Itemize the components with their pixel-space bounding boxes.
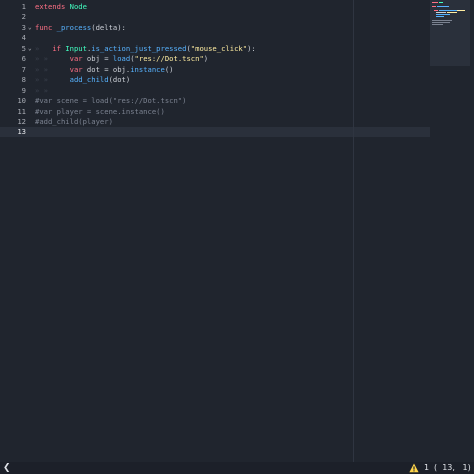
line-number: 2	[21, 12, 26, 21]
line-number-current: 13	[17, 127, 26, 136]
code-line-8: » » add_child(dot)	[35, 75, 130, 85]
minimap-line	[436, 16, 444, 17]
string-literal: "mouse_click"	[190, 44, 248, 53]
keyword: if	[52, 44, 61, 53]
minimap-line	[447, 12, 457, 13]
code-text: (delta):	[91, 23, 126, 32]
tab-indicator: »	[35, 44, 40, 53]
minimap-line	[432, 22, 450, 23]
line-number: 7	[21, 65, 26, 74]
current-line-highlight	[0, 127, 430, 137]
code-editor[interactable]: 1 2 3 ⌄ 4 5 ⌄ 6 7 8 9 10 11 12 13 extend…	[0, 0, 474, 462]
code-line-1: extends Node	[35, 2, 87, 12]
tab-indicator: » »	[35, 86, 48, 95]
line-number: 8	[21, 75, 26, 84]
code-line-9: » »	[35, 86, 48, 96]
minimap-line	[432, 24, 443, 25]
keyword: var	[69, 65, 83, 74]
tab-indicator: » »	[35, 65, 48, 74]
code-line-11: #var player = scene.instance()	[35, 107, 165, 116]
status-bar: ❮ 1 ( 13, 1)	[0, 462, 474, 474]
line-length-guideline	[353, 0, 354, 462]
method-name: is_action_just_pressed	[91, 44, 187, 53]
warning-icon[interactable]	[409, 463, 419, 473]
minimap-line	[432, 20, 452, 21]
minimap-line	[437, 6, 449, 7]
line-number: 9	[21, 86, 26, 95]
line-number: 4	[21, 33, 26, 42]
code-text: ):	[247, 44, 256, 53]
code-line-12: #add_child(player)	[35, 117, 113, 126]
method-name: instance	[130, 65, 165, 74]
minimap-line	[436, 12, 446, 13]
fold-arrow-icon[interactable]: ⌄	[28, 23, 32, 33]
keyword: func	[35, 23, 53, 32]
cursor-position: ( 13, 1)	[434, 463, 471, 472]
keyword: extends	[35, 2, 66, 11]
function-name: _process	[56, 23, 92, 32]
tab-indicator: » »	[35, 54, 48, 63]
code-text: obj =	[82, 54, 113, 63]
minimap-line	[434, 10, 438, 11]
code-text: )	[203, 54, 209, 63]
minimap-line	[432, 6, 436, 7]
code-text: dot = obj.	[82, 65, 131, 74]
code-line-10: #var scene = load("res://Dot.tscn")	[35, 96, 187, 105]
code-text: ()	[164, 65, 174, 74]
type-name: Input	[65, 44, 87, 53]
code-line-6: » » var obj = load("res://Dot.tscn")	[35, 54, 208, 64]
line-number: 11	[17, 107, 26, 116]
fold-arrow-icon[interactable]: ⌄	[28, 44, 32, 54]
line-number: 6	[21, 54, 26, 63]
function-name: add_child	[69, 75, 109, 84]
line-number: 12	[17, 117, 26, 126]
minimap-line	[439, 10, 457, 11]
line-number: 5	[21, 44, 26, 53]
line-number: 1	[21, 2, 26, 11]
type-name: Node	[69, 2, 87, 11]
minimap-line	[439, 2, 443, 3]
string-literal: "res://Dot.tscn"	[134, 54, 204, 63]
code-line-7: » » var dot = obj.instance()	[35, 65, 174, 75]
minimap-line	[457, 10, 465, 11]
warning-count[interactable]: 1	[424, 462, 429, 474]
toggle-panel-icon[interactable]: ❮	[3, 462, 11, 474]
code-text: (dot)	[108, 75, 131, 84]
line-number-gutter: 1 2 3 ⌄ 4 5 ⌄ 6 7 8 9 10 11 12 13	[0, 0, 34, 462]
code-line-3: func _process(delta):	[35, 23, 126, 33]
line-number: 10	[17, 96, 26, 105]
keyword: var	[69, 54, 83, 63]
function-name: load	[112, 54, 131, 63]
code-line-5: » if Input.is_action_just_pressed("mouse…	[35, 44, 256, 54]
minimap[interactable]	[430, 0, 470, 66]
minimap-line	[432, 2, 438, 3]
tab-indicator: » »	[35, 75, 48, 84]
minimap-line	[436, 14, 450, 15]
line-number: 3	[21, 23, 26, 32]
